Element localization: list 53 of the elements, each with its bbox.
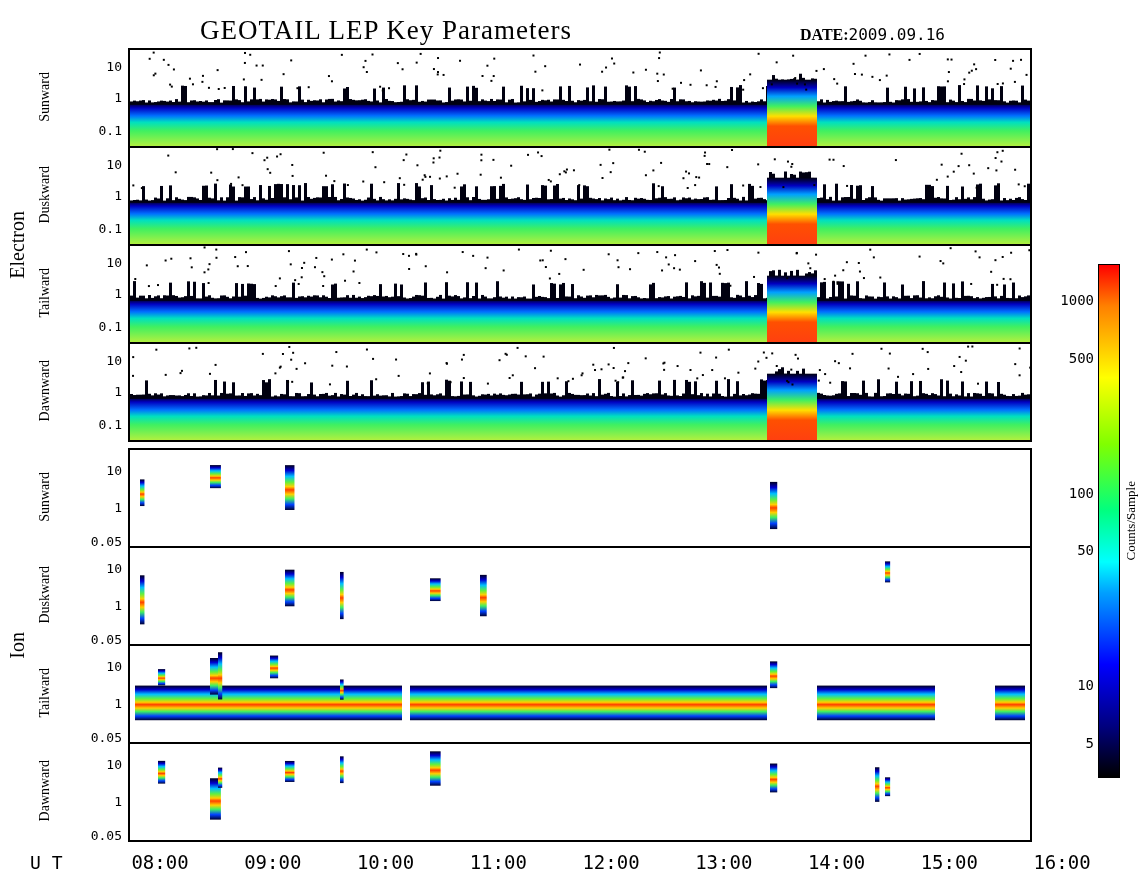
axis-tick-label: 0.1 [98, 123, 122, 137]
panel-label: Sunward [37, 72, 53, 122]
axis-tick-label: 1 [114, 794, 122, 808]
axis-tick-label: 1 [114, 696, 122, 710]
colorbar-tick-label: 50 [1077, 543, 1094, 558]
axis-tick-label: 15:00 [920, 850, 978, 874]
axis-tick-label: 10:00 [356, 850, 415, 874]
axis-tick-label: 10 [106, 157, 122, 171]
panel-label: Dawnward [37, 760, 53, 822]
axis-tick-label: 1 [114, 286, 122, 300]
axis-tick-label: 0.05 [90, 828, 122, 842]
panel-label: Dawnward [37, 360, 53, 422]
axis-tick-label: 10 [106, 659, 122, 673]
colorbar-title: Counts/Sample [1123, 481, 1139, 561]
axis-tick-label: 0.05 [90, 730, 122, 744]
axis-tick-label: 1 [114, 598, 122, 612]
axis-tick-label: 08:00 [131, 850, 189, 874]
panel-label: Tailward [37, 268, 53, 318]
panel-label: Sunward [37, 472, 53, 522]
date-label: DATE:2009.09.16 [800, 25, 945, 46]
colorbar-tick-label: 100 [1068, 485, 1094, 500]
panel-label: Tailward [37, 668, 53, 718]
axis-tick-label: 10 [106, 353, 122, 367]
axis-title: U T [29, 851, 64, 873]
axis-tick-label: 0.1 [98, 319, 122, 333]
axis-tick-label: 11:00 [469, 850, 527, 874]
axis-tick-label: 12:00 [582, 850, 640, 874]
axis-tick-label: 16:00 [1033, 850, 1091, 874]
axis-tick-label: 1 [114, 384, 122, 398]
axis-tick-label: 1 [114, 90, 122, 104]
panel-label: Duskward [37, 166, 53, 224]
axis-tick-label: 0.1 [98, 221, 122, 235]
group-label: Ion [5, 631, 29, 659]
plot-title: GEOTAIL LEP Key Parameters [200, 15, 573, 46]
axis-tick-label: 10 [106, 561, 122, 575]
axis-tick-label: 0.1 [98, 417, 122, 431]
axis-tick-label: 13:00 [695, 850, 753, 874]
panel-label: Duskward [37, 566, 53, 624]
axis-tick-label: 10 [106, 757, 122, 771]
colorbar-tick-label: 5 [1085, 735, 1094, 750]
axis-tick-label: 1 [114, 500, 122, 514]
colorbar-tick-label: 1000 [1060, 293, 1094, 307]
axis-tick-label: 10 [106, 463, 122, 477]
axis-tick-label: 10 [106, 255, 122, 269]
colorbar-tick-label: 500 [1068, 350, 1094, 365]
axis-tick-label: 14:00 [807, 850, 866, 874]
group-label: Electron [5, 211, 29, 279]
axis-tick-label: 0.05 [90, 632, 122, 646]
colorbar-tick-label: 10 [1077, 678, 1094, 692]
axis-tick-label: 1 [114, 188, 122, 202]
axis-tick-label: 09:00 [244, 850, 302, 874]
axis-tick-label: 0.05 [90, 534, 122, 548]
axis-tick-label: 10 [106, 59, 122, 73]
